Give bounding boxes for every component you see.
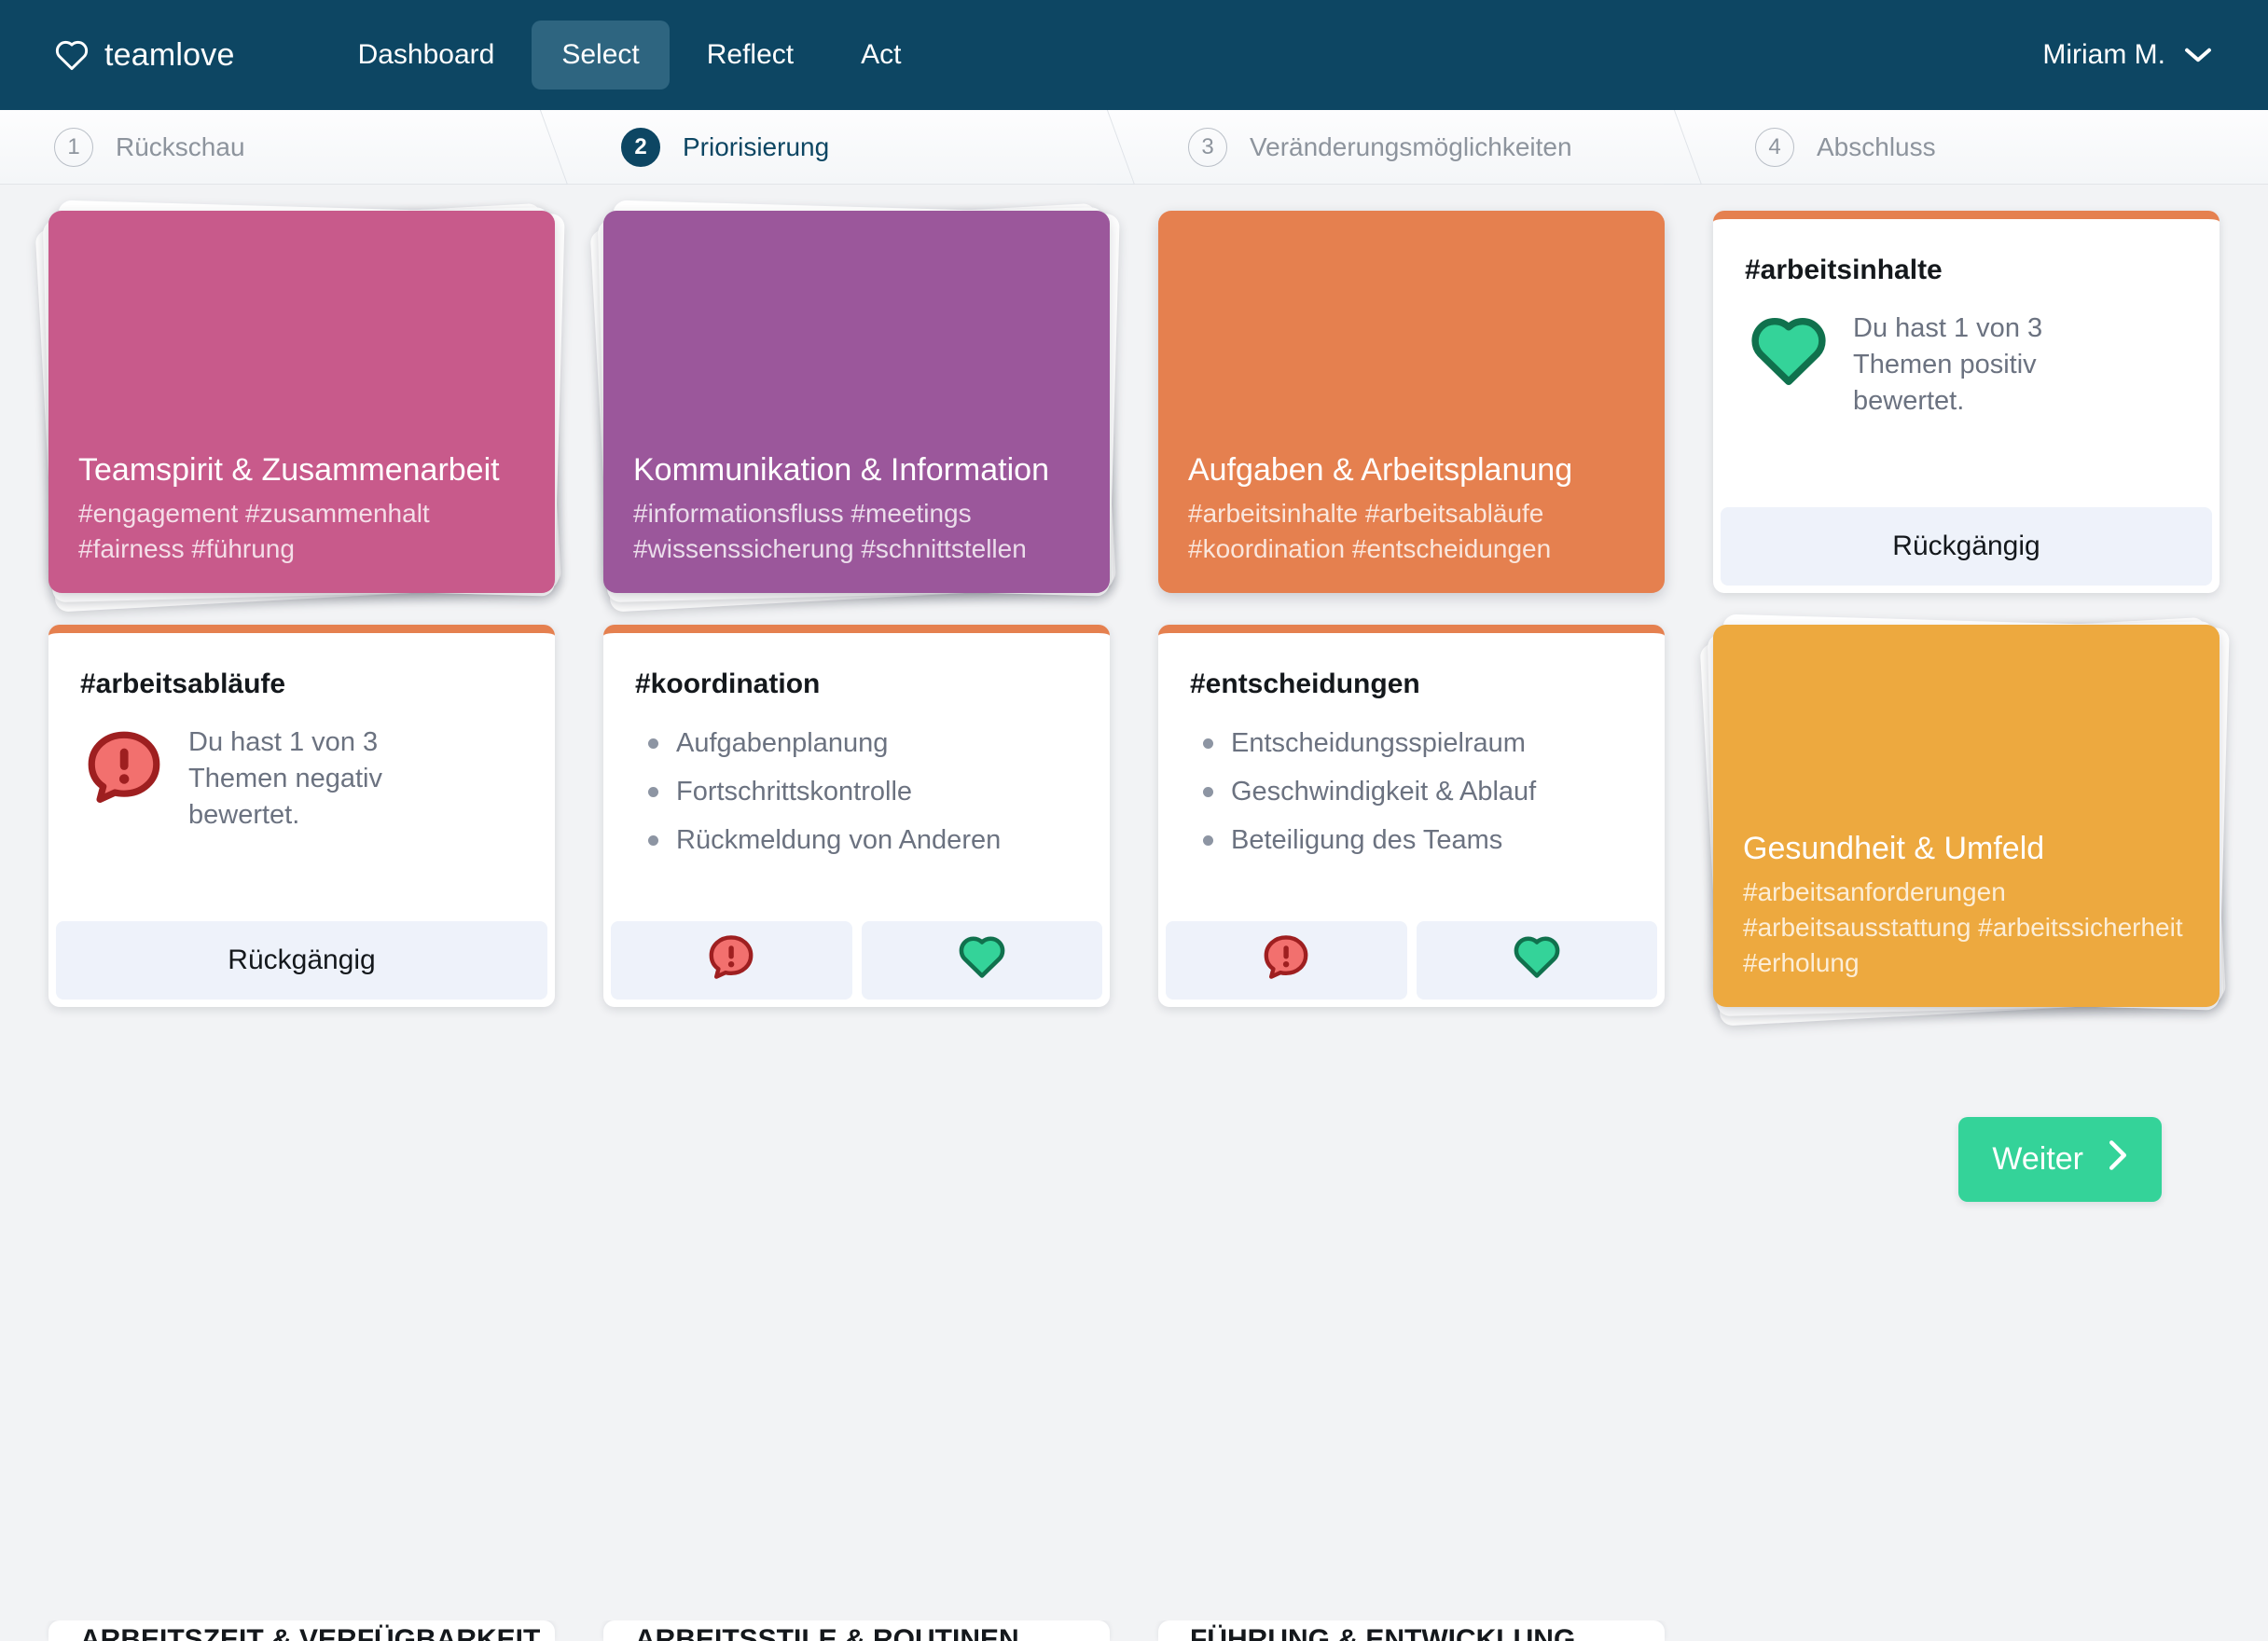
- chevron-right-icon: [2108, 1139, 2128, 1179]
- list-item: Beteiligung des Teams: [1197, 821, 1633, 859]
- nav-item-act[interactable]: Act: [831, 21, 931, 90]
- card-slot-gesundheit: Gesundheit & Umfeld #arbeitsanforderunge…: [1699, 614, 2230, 1027]
- brand-logo[interactable]: teamlove: [54, 37, 235, 74]
- card-actions: Rückgängig: [1713, 507, 2220, 593]
- list-item: Geschwindigkeit & Ablauf: [1197, 773, 1633, 810]
- card-single: Aufgaben & Arbeitsplanung #arbeitsinhalt…: [1158, 211, 1665, 593]
- card-slot-koordination: #koordination Aufgabenplanung Fortschrit…: [603, 625, 1110, 1007]
- step-label: Rückschau: [116, 131, 245, 161]
- heart-outline-green-icon: [957, 934, 1007, 986]
- rate-positive-button[interactable]: [1416, 921, 1657, 1000]
- card-slot-kommunikation: Kommunikation & Information #information…: [589, 200, 1120, 613]
- heart-outline-icon: [54, 39, 90, 71]
- undo-button[interactable]: Rückgängig: [56, 921, 547, 1000]
- peek-card[interactable]: ARBEITSZEIT & VERFÜGBARKEIT: [48, 1620, 555, 1641]
- card-slot-arbeitsinhalte: #arbeitsinhalte Du hast 1 von 3 Themen p…: [1713, 211, 2220, 593]
- topic-card-teamspirit[interactable]: Teamspirit & Zusammenarbeit #engagement …: [48, 211, 555, 593]
- card-stack: Teamspirit & Zusammenarbeit #engagement …: [35, 200, 565, 613]
- step-number: 2: [621, 127, 660, 167]
- alert-bubble-icon: [707, 933, 755, 987]
- card-hashtag: #arbeitsabläufe: [80, 669, 286, 699]
- rating-summary: Du hast 1 von 3 Themen positiv bewertet.: [1745, 310, 2188, 420]
- step-number: 3: [1188, 127, 1227, 167]
- brand-name: teamlove: [104, 36, 235, 73]
- peek-card-empty: [1713, 1620, 2220, 1641]
- rating-message: Du hast 1 von 3 Themen positiv bewertet.: [1853, 313, 2043, 417]
- chevron-down-icon: [2184, 39, 2212, 71]
- list-item: Rückmeldung von Anderen: [643, 821, 1078, 859]
- top-navigation-bar: teamlove Dashboard Select Reflect Act Mi…: [0, 0, 2268, 110]
- rate-positive-button[interactable]: [861, 921, 1102, 1000]
- card-stack: Kommunikation & Information #information…: [589, 200, 1120, 613]
- step-item-3[interactable]: 3 Veränderungsmöglichkeiten: [1134, 110, 1701, 184]
- card-slot-arbeitsablaeufe: #arbeitsabläufe Du hast 1 von 3 Themen n…: [48, 625, 555, 1007]
- heart-filled-icon: [1749, 314, 1829, 392]
- list-item: Fortschrittskontrolle: [643, 773, 1078, 810]
- card-body: Entscheidungsspielraum Geschwindigkeit &…: [1158, 700, 1665, 921]
- next-button[interactable]: Weiter: [1958, 1117, 2162, 1202]
- topic-card-tags: #informationsfluss #meetings #wissenssic…: [633, 498, 1027, 563]
- step-item-1[interactable]: 1 Rückschau: [0, 110, 567, 184]
- step-item-2[interactable]: 2 Priorisierung: [567, 110, 1134, 184]
- step-progress-bar: 1 Rückschau 2 Priorisierung 3 Veränderun…: [0, 110, 2268, 185]
- rating-message: Du hast 1 von 3 Themen negativ bewertet.: [188, 727, 382, 831]
- nav-item-reflect[interactable]: Reflect: [677, 21, 823, 90]
- topic-card-kommunikation[interactable]: Kommunikation & Information #information…: [603, 211, 1110, 593]
- topic-card-tags: #arbeitsinhalte #arbeitsabläufe #koordin…: [1188, 498, 1552, 563]
- card-hashtag: #koordination: [635, 669, 821, 699]
- choice-card-koordination: #koordination Aufgabenplanung Fortschrit…: [603, 625, 1110, 1007]
- rated-card-arbeitsablaeufe: #arbeitsabläufe Du hast 1 von 3 Themen n…: [48, 625, 555, 1007]
- peek-card[interactable]: FÜHRUNG & ENTWICKLUNG: [1158, 1620, 1665, 1641]
- user-menu[interactable]: Miriam M.: [2042, 39, 2218, 71]
- nav-item-select[interactable]: Select: [532, 21, 670, 90]
- list-item: Aufgabenplanung: [643, 724, 1078, 762]
- peek-card[interactable]: ARBEITSSTILE & ROUTINEN: [603, 1620, 1110, 1641]
- rate-negative-button[interactable]: [1166, 921, 1407, 1000]
- step-label: Priorisierung: [683, 131, 830, 161]
- card-body: Du hast 1 von 3 Themen negativ bewertet.: [48, 700, 555, 921]
- topic-list: Entscheidungsspielraum Geschwindigkeit &…: [1190, 724, 1633, 859]
- next-row-peek: ARBEITSZEIT & VERFÜGBARKEIT ARBEITSSTILE…: [0, 1620, 2268, 1641]
- undo-button[interactable]: Rückgängig: [1721, 507, 2212, 586]
- step-label: Veränderungsmöglichkeiten: [1250, 131, 1572, 161]
- card-hashtag: #entscheidungen: [1190, 669, 1420, 699]
- alert-bubble-icon: [1262, 933, 1310, 987]
- alert-bubble-icon: [84, 728, 164, 809]
- rate-negative-button[interactable]: [611, 921, 852, 1000]
- step-number: 1: [54, 127, 93, 167]
- card-slot-entscheidungen: #entscheidungen Entscheidungsspielraum G…: [1158, 625, 1665, 1007]
- footer-actions: Weiter: [0, 1007, 2268, 1202]
- step-number: 4: [1755, 127, 1794, 167]
- user-name: Miriam M.: [2042, 39, 2165, 70]
- card-slot-aufgaben: Aufgaben & Arbeitsplanung #arbeitsinhalt…: [1158, 211, 1665, 593]
- step-item-4[interactable]: 4 Abschluss: [1701, 110, 2268, 184]
- topic-card-title: Kommunikation & Information: [633, 451, 1049, 488]
- card-slot-teamspirit: Teamspirit & Zusammenarbeit #engagement …: [35, 200, 565, 613]
- topic-card-tags: #engagement #zusammenhalt #fairness #füh…: [78, 498, 430, 563]
- topic-list: Aufgabenplanung Fortschrittskontrolle Rü…: [635, 724, 1078, 859]
- card-actions: [1158, 921, 1665, 1007]
- topic-card-title: Gesundheit & Umfeld: [1743, 830, 2045, 866]
- choice-card-entscheidungen: #entscheidungen Entscheidungsspielraum G…: [1158, 625, 1665, 1007]
- card-body: Aufgabenplanung Fortschrittskontrolle Rü…: [603, 700, 1110, 921]
- topic-card-gesundheit[interactable]: Gesundheit & Umfeld #arbeitsanforderunge…: [1713, 625, 2220, 1007]
- card-body: Du hast 1 von 3 Themen positiv bewertet.: [1713, 286, 2220, 507]
- rated-card-arbeitsinhalte: #arbeitsinhalte Du hast 1 von 3 Themen p…: [1713, 211, 2220, 593]
- card-actions: [603, 921, 1110, 1007]
- card-board: Teamspirit & Zusammenarbeit #engagement …: [0, 185, 2268, 1027]
- next-button-label: Weiter: [1992, 1141, 2083, 1177]
- heart-outline-green-icon: [1512, 934, 1562, 986]
- topic-card-tags: #arbeitsanforderungen #arbeitsausstattun…: [1743, 876, 2183, 977]
- rating-summary: Du hast 1 von 3 Themen negativ bewertet.: [80, 724, 523, 834]
- nav-item-dashboard[interactable]: Dashboard: [328, 21, 525, 90]
- topic-card-aufgaben[interactable]: Aufgaben & Arbeitsplanung #arbeitsinhalt…: [1158, 211, 1665, 593]
- list-item: Entscheidungsspielraum: [1197, 724, 1633, 762]
- card-actions: Rückgängig: [48, 921, 555, 1007]
- card-hashtag: #arbeitsinhalte: [1745, 255, 1943, 285]
- step-label: Abschluss: [1817, 131, 1936, 161]
- card-stack: Gesundheit & Umfeld #arbeitsanforderunge…: [1699, 614, 2230, 1027]
- topic-card-title: Teamspirit & Zusammenarbeit: [78, 451, 500, 488]
- primary-nav: Dashboard Select Reflect Act: [328, 21, 932, 90]
- topic-card-title: Aufgaben & Arbeitsplanung: [1188, 451, 1573, 488]
